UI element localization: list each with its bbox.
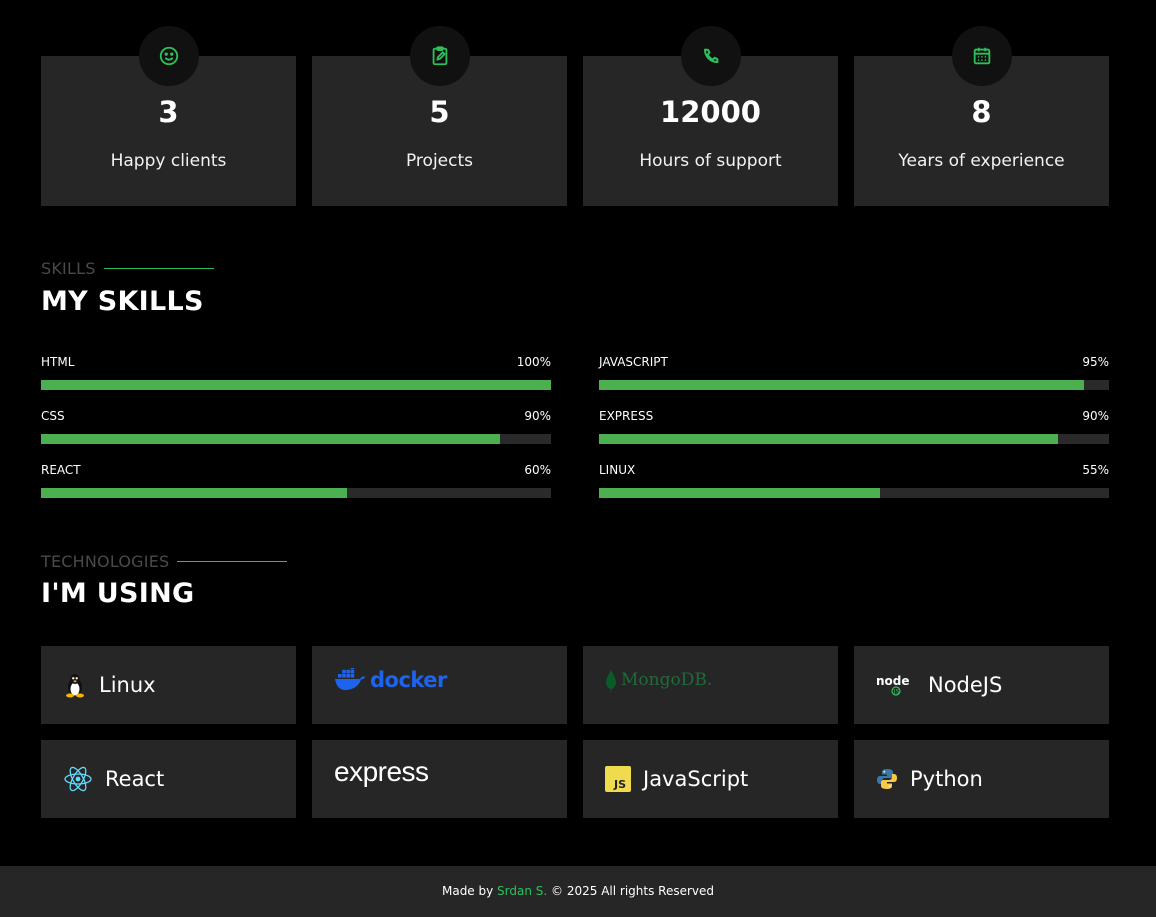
- footer-author-link[interactable]: Srdan S.: [497, 884, 547, 898]
- stats-row: 3 Happy clients 5 Projects 12000 Hours o…: [41, 26, 1109, 206]
- tech-name: NodeJS: [928, 673, 1003, 697]
- stat-number: 12000: [660, 95, 761, 129]
- skill-name: REACT: [41, 463, 81, 477]
- skill-percent: 55%: [1082, 463, 1109, 477]
- skill-item-react: REACT 60%: [41, 462, 551, 516]
- tech-grid: Linux docker MongoDB. node JS NodeJS Rea…: [41, 646, 1109, 818]
- stat-card-clients: 3 Happy clients: [41, 26, 296, 206]
- svg-text:JS: JS: [613, 778, 626, 791]
- tech-name: MongoDB.: [621, 670, 713, 690]
- skill-bar-track: [41, 434, 551, 444]
- tech-card-linux: Linux: [41, 646, 296, 724]
- skill-bar-track: [599, 434, 1109, 444]
- calendar-icon: [973, 47, 990, 65]
- tux-icon: [66, 674, 84, 698]
- tech-title: I'M USING: [41, 578, 195, 609]
- tech-name: Python: [910, 767, 983, 791]
- stat-number: 8: [971, 95, 992, 129]
- skill-percent: 60%: [524, 463, 551, 477]
- skill-name: HTML: [41, 355, 75, 369]
- skill-bar-track: [41, 488, 551, 498]
- tech-card-javascript: JS JavaScript: [583, 740, 838, 818]
- skill-bar-fill: [41, 380, 551, 390]
- tech-subtitle-text: TECHNOLOGIES: [41, 552, 170, 571]
- stat-number: 5: [429, 95, 450, 129]
- skill-item-html: HTML 100%: [41, 354, 551, 408]
- stat-icon-circle: [409, 26, 470, 86]
- skill-percent: 90%: [1082, 409, 1109, 423]
- stat-label: Projects: [405, 151, 474, 171]
- skill-bar-fill: [41, 488, 347, 498]
- stat-card-support: 12000 Hours of support: [583, 26, 838, 206]
- react-icon: [64, 766, 92, 792]
- python-icon: [877, 769, 897, 789]
- skill-name: CSS: [41, 409, 65, 423]
- tech-subtitle: TECHNOLOGIES: [41, 552, 288, 571]
- skill-item-javascript: JAVASCRIPT 95%: [599, 354, 1109, 408]
- stat-card-projects: 5 Projects: [312, 26, 567, 206]
- footer: Made by Srdan S. © 2025 All rights Reser…: [0, 866, 1156, 917]
- node-logo: node JS: [876, 674, 910, 696]
- skill-name: JAVASCRIPT: [599, 355, 668, 369]
- stat-label: Years of experience: [898, 151, 1065, 171]
- footer-copyright: © 2025 All rights Reserved: [547, 884, 715, 898]
- skill-bar-track: [41, 380, 551, 390]
- js-icon: JS: [605, 766, 631, 792]
- clipboard-edit-icon: [432, 46, 447, 66]
- stat-number: 3: [158, 95, 179, 129]
- skills-grid: HTML 100% CSS 90% REACT 60% JAVASCRIPT 9…: [41, 354, 1109, 516]
- skills-subtitle: SKILLS: [41, 259, 214, 278]
- skill-percent: 90%: [524, 409, 551, 423]
- tech-card-nodejs: node JS NodeJS: [854, 646, 1109, 724]
- tech-name: Linux: [99, 673, 156, 697]
- tech-card-express: express: [312, 740, 567, 818]
- docker-logo: [335, 668, 365, 690]
- footer-prefix: Made by: [441, 884, 498, 898]
- skill-bar-fill: [41, 434, 500, 444]
- svg-text:node: node: [876, 674, 910, 688]
- stat-label: Hours of support: [639, 151, 782, 171]
- stat-icon-circle: [680, 26, 741, 86]
- tech-name: JavaScript: [643, 767, 749, 791]
- stat-icon-circle: [138, 26, 199, 86]
- skill-bar-track: [599, 488, 1109, 498]
- skills-column-left: HTML 100% CSS 90% REACT 60%: [41, 354, 551, 516]
- skill-bar-fill: [599, 380, 1084, 390]
- smile-icon: [159, 46, 178, 66]
- tech-card-react: React: [41, 740, 296, 818]
- subtitle-underline: [177, 561, 288, 562]
- skill-item-express: EXPRESS 90%: [599, 408, 1109, 462]
- skill-percent: 95%: [1082, 355, 1109, 369]
- tech-card-mongodb: MongoDB.: [583, 646, 838, 724]
- tech-card-docker: docker: [312, 646, 567, 724]
- tech-name: React: [105, 767, 165, 791]
- skills-subtitle-text: SKILLS: [41, 259, 96, 278]
- mongodb-leaf-icon: [606, 670, 616, 694]
- skills-column-right: JAVASCRIPT 95% EXPRESS 90% LINUX 55%: [599, 354, 1109, 516]
- svg-text:JS: JS: [893, 689, 900, 696]
- skills-title: MY SKILLS: [41, 286, 204, 317]
- stat-label: Happy clients: [110, 151, 227, 171]
- express-logo: express: [334, 756, 429, 787]
- skill-bar-track: [599, 380, 1109, 390]
- phone-icon: [703, 48, 718, 63]
- stat-icon-circle: [951, 26, 1012, 86]
- subtitle-underline: [103, 268, 214, 269]
- skill-bar-fill: [599, 488, 880, 498]
- skill-name: LINUX: [599, 463, 636, 477]
- tech-card-python: Python: [854, 740, 1109, 818]
- skill-percent: 100%: [516, 355, 551, 369]
- skill-item-css: CSS 90%: [41, 408, 551, 462]
- stat-card-experience: 8 Years of experience: [854, 26, 1109, 206]
- skill-item-linux: LINUX 55%: [599, 462, 1109, 516]
- skill-bar-fill: [599, 434, 1058, 444]
- skill-name: EXPRESS: [599, 409, 654, 423]
- tech-name: docker: [370, 668, 447, 692]
